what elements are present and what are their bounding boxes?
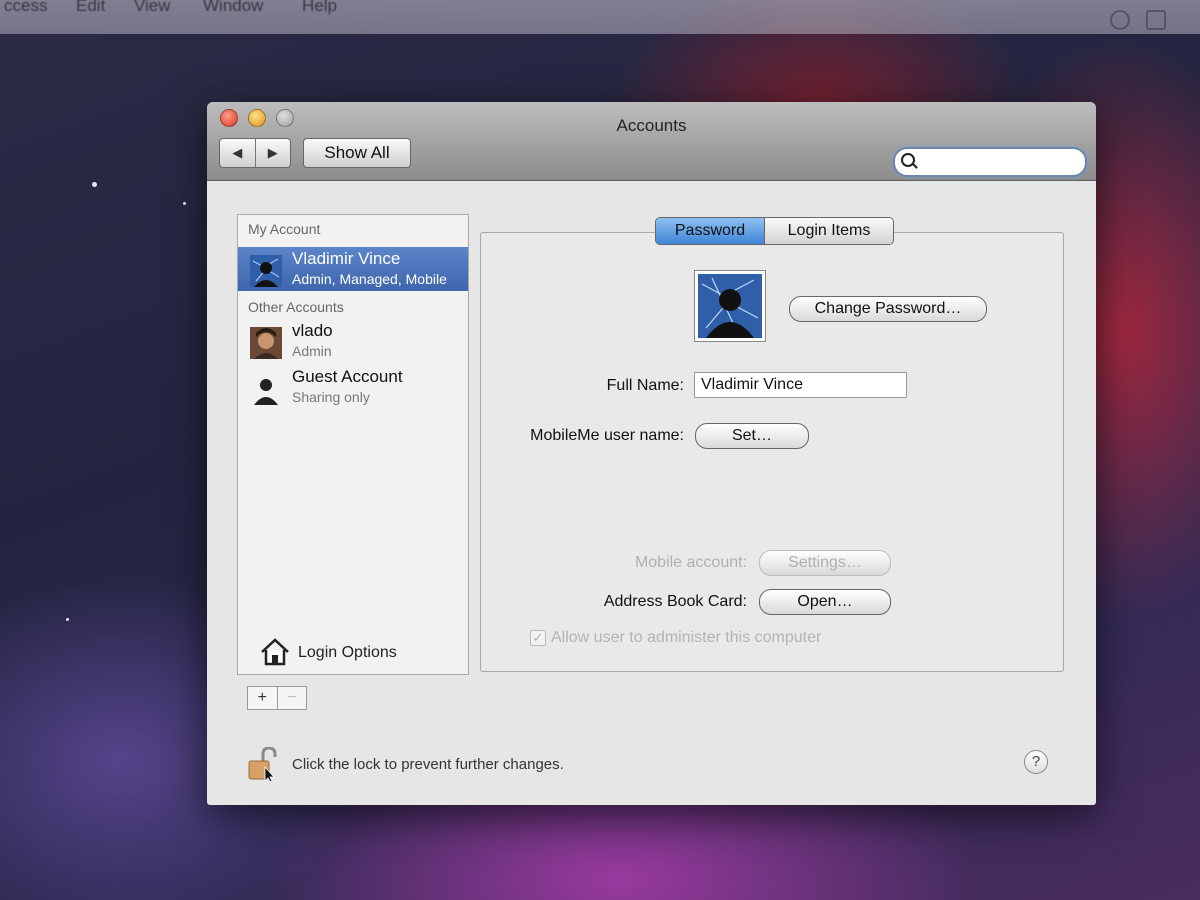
back-forward-control: ◀ ▶ (219, 138, 291, 168)
mobile-account-settings-button[interactable]: Settings… (759, 550, 891, 576)
menu-item-file[interactable]: ccess (4, 0, 47, 16)
account-name: Vladimir Vince (292, 249, 401, 268)
star (183, 202, 186, 205)
account-row-vladimir-vince[interactable]: Vladimir Vince Admin, Managed, Mobile (238, 247, 468, 291)
address-book-card-label: Address Book Card: (603, 593, 747, 610)
allow-admin-label: Allow user to administer this computer (551, 629, 822, 646)
back-arrow-icon[interactable]: ◀ (220, 139, 256, 167)
full-name-field[interactable]: Vladimir Vince (694, 372, 907, 398)
remove-account-button[interactable]: − (278, 687, 307, 709)
account-type: Admin, Managed, Mobile (292, 271, 447, 287)
account-type: Admin (292, 343, 332, 359)
my-account-header: My Account (248, 221, 321, 237)
account-name: vlado (292, 321, 333, 340)
house-icon (261, 638, 289, 666)
add-account-button[interactable]: + (248, 687, 278, 709)
account-picture[interactable] (694, 270, 766, 342)
account-row-vlado[interactable]: vlado Admin (238, 319, 468, 363)
guest-silhouette-icon (254, 379, 278, 405)
add-remove-control: + − (247, 686, 307, 710)
menu-item-view[interactable]: View (134, 0, 171, 16)
time-machine-icon[interactable] (1110, 10, 1130, 30)
mobileme-set-button[interactable]: Set… (695, 423, 809, 449)
menu-item-help[interactable]: Help (302, 0, 337, 16)
user-silhouette-icon (250, 255, 282, 287)
menu-item-edit[interactable]: Edit (76, 0, 105, 16)
window-title: Accounts (616, 116, 687, 135)
forward-arrow-icon[interactable]: ▶ (256, 139, 291, 167)
bluetooth-icon[interactable] (1146, 10, 1166, 30)
menu-bar: ccess Edit View Window Help (0, 0, 1200, 34)
user-silhouette-icon (698, 274, 762, 338)
tab-password[interactable]: Password (656, 218, 765, 244)
accounts-window: Accounts ◀ ▶ Show All My Account Vladimi… (207, 102, 1096, 805)
account-name: Guest Account (292, 367, 403, 386)
account-type: Sharing only (292, 389, 370, 405)
address-book-open-button[interactable]: Open… (759, 589, 891, 615)
accounts-list[interactable]: My Account Vladimir Vince Admin, Managed… (237, 214, 469, 634)
help-button[interactable]: ? (1024, 750, 1048, 774)
lock-message: Click the lock to prevent further change… (292, 756, 564, 773)
search-icon (901, 153, 915, 167)
search-field[interactable] (893, 147, 1087, 177)
full-name-label: Full Name: (606, 377, 684, 394)
mobile-account-label: Mobile account: (634, 554, 747, 571)
menu-item-window[interactable]: Window (203, 0, 263, 16)
other-accounts-header: Other Accounts (248, 299, 344, 315)
tab-login-items[interactable]: Login Items (765, 218, 893, 244)
change-password-button[interactable]: Change Password… (789, 296, 987, 322)
allow-admin-checkbox[interactable]: ✓ (530, 630, 546, 646)
title-bar[interactable]: Accounts ◀ ▶ Show All (207, 102, 1096, 181)
star (92, 182, 97, 187)
login-options-label: Login Options (298, 644, 397, 661)
mobileme-label: MobileMe user name: (530, 427, 684, 444)
tab-bar: Password Login Items (655, 217, 894, 245)
account-row-guest[interactable]: Guest Account Sharing only (238, 365, 468, 409)
user-photo-icon (250, 327, 282, 359)
show-all-button[interactable]: Show All (303, 138, 411, 168)
login-options-item[interactable]: Login Options (237, 632, 469, 675)
lock-icon[interactable] (247, 747, 277, 781)
star (66, 618, 69, 621)
